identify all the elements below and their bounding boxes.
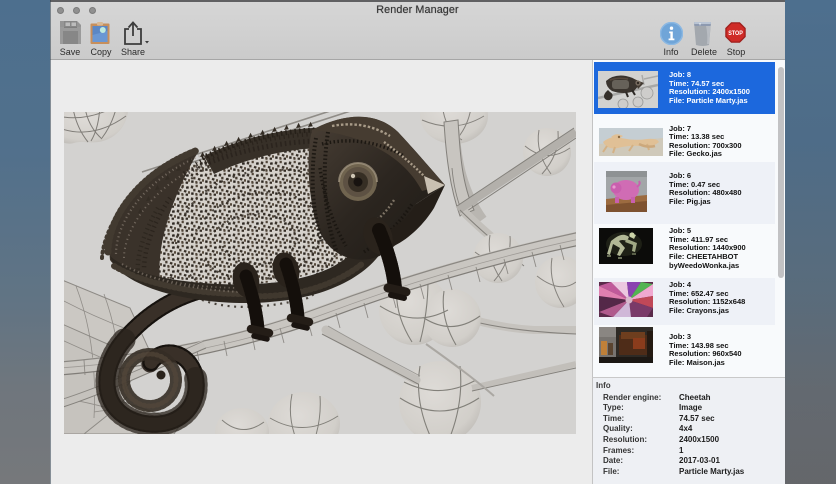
svg-text:STOP: STOP xyxy=(728,30,743,37)
